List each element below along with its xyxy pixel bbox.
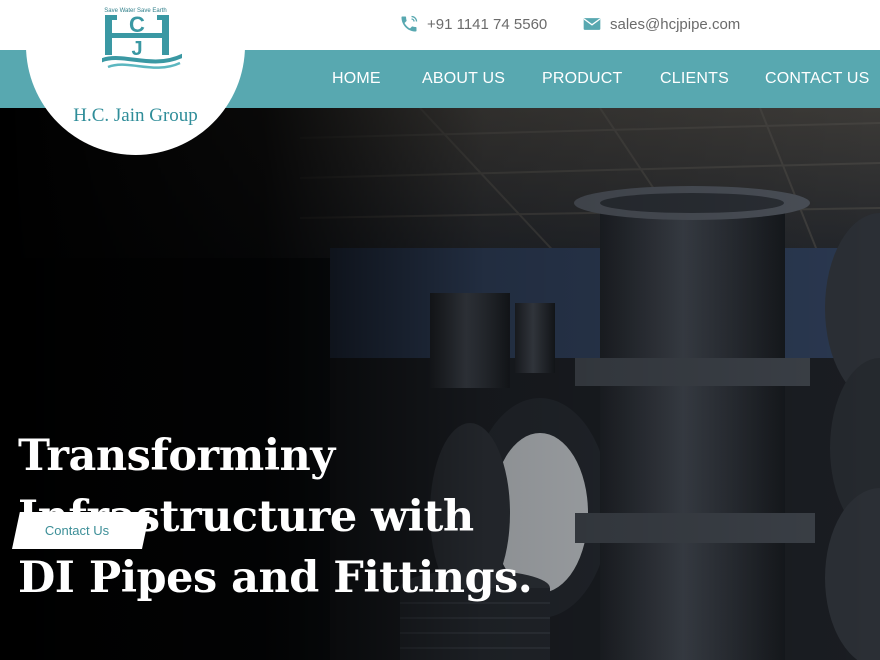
nav-item-about-us[interactable]: ABOUT US — [422, 70, 505, 88]
contact-us-button-label: Contact Us — [44, 523, 110, 538]
envelope-icon — [583, 18, 601, 30]
nav-item-product[interactable]: PRODUCT — [542, 70, 623, 88]
nav-item-home[interactable]: HOME — [332, 70, 381, 88]
contact-us-button[interactable]: Contact Us — [12, 512, 150, 549]
hcj-logo-mark: C J — [102, 15, 182, 69]
hero-title-line: DI Pipes and Fittings. — [18, 553, 533, 603]
hero-title-line: Transforminy — [18, 431, 335, 481]
phone-icon — [401, 15, 418, 32]
logo-tagline: Save Water Save Earth — [104, 8, 167, 14]
nav-item-clients[interactable]: CLIENTS — [660, 70, 729, 88]
svg-text:J: J — [131, 38, 142, 60]
logo-mark-letters: C — [129, 15, 145, 37]
hero-banner: Transforminy Infrastructure with DI Pipe… — [0, 108, 880, 660]
phone-link[interactable]: +91 1141 74 5560 — [399, 14, 547, 34]
email-address: sales@hcjpipe.com — [610, 15, 741, 33]
email-link[interactable]: sales@hcjpipe.com — [582, 14, 740, 34]
nav-item-contact-us[interactable]: CONTACT US — [765, 70, 870, 88]
logo-name: H.C. Jain Group — [73, 105, 198, 126]
phone-number: +91 1141 74 5560 — [427, 15, 548, 33]
